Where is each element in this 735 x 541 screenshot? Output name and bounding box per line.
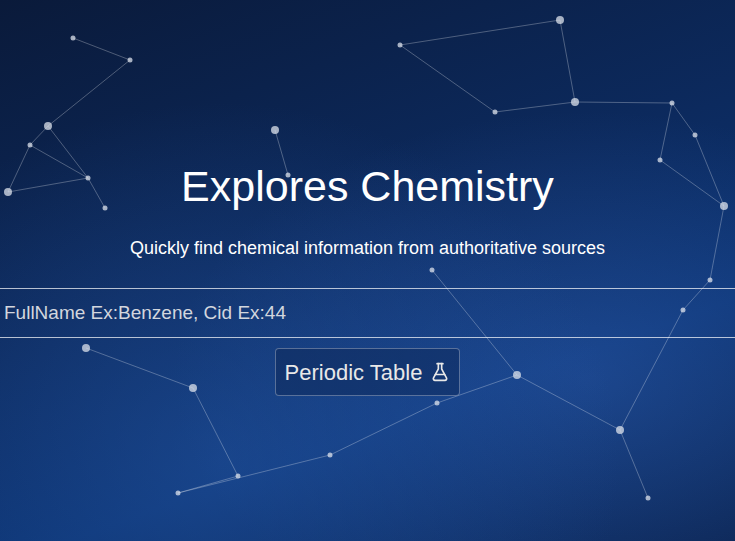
periodic-table-button[interactable]: Periodic Table <box>275 348 461 396</box>
button-label: Periodic Table <box>285 356 423 389</box>
flask-icon <box>430 362 450 382</box>
search-input[interactable] <box>0 288 735 338</box>
hero-title: Explores Chemistry <box>181 158 554 214</box>
hero-page: Explores Chemistry Quickly find chemical … <box>0 0 735 541</box>
hero-subtitle: Quickly find chemical information from a… <box>130 236 605 260</box>
background-photo <box>0 0 735 541</box>
network-overlay-icon <box>0 0 735 541</box>
hero-content: Explores Chemistry Quickly find chemical … <box>0 0 735 396</box>
